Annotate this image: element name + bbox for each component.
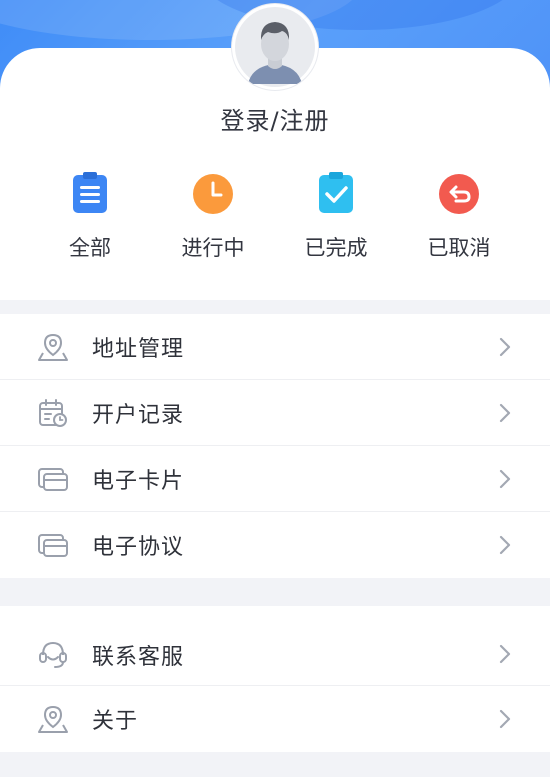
order-status-bar: 全部 进行中 已完成 已取消 <box>0 170 550 270</box>
calendar-clock-icon <box>37 397 69 429</box>
menu-group-services: 地址管理 开户记录 电子卡片 电子协议 <box>0 314 550 578</box>
menu-label: 关于 <box>92 709 139 734</box>
menu-item-about[interactable]: 关于 <box>0 686 550 752</box>
order-all-button[interactable]: 全部 <box>30 170 150 262</box>
avatar-person-icon <box>235 7 315 87</box>
order-in-progress-button[interactable]: 进行中 <box>153 170 273 262</box>
card-icon <box>37 529 69 561</box>
chevron-right-icon <box>498 708 512 730</box>
menu-item-account-records[interactable]: 开户记录 <box>0 380 550 446</box>
menu-label: 地址管理 <box>92 337 185 362</box>
menu-label: 电子卡片 <box>92 469 185 494</box>
menu-label: 电子协议 <box>92 535 185 560</box>
chevron-right-icon <box>498 336 512 358</box>
headset-icon <box>37 638 69 670</box>
chevron-right-icon <box>498 643 512 665</box>
card-icon <box>37 463 69 495</box>
avatar[interactable] <box>232 4 318 90</box>
order-cancelled-button[interactable]: 已取消 <box>399 170 519 262</box>
order-cancelled-label: 已取消 <box>427 236 491 260</box>
chevron-right-icon <box>498 534 512 556</box>
menu-item-e-agreement[interactable]: 电子协议 <box>0 512 550 578</box>
login-register-link[interactable]: 登录/注册 <box>0 101 550 136</box>
order-in-progress-label: 进行中 <box>181 236 245 260</box>
order-completed-button[interactable]: 已完成 <box>276 170 396 262</box>
menu-item-address[interactable]: 地址管理 <box>0 314 550 380</box>
section-divider <box>0 300 550 314</box>
chevron-right-icon <box>498 402 512 424</box>
location-pin-icon <box>37 331 69 363</box>
menu-label: 联系客服 <box>92 645 185 670</box>
menu-group-support: 联系客服 关于 <box>0 606 550 752</box>
menu-item-customer-service[interactable]: 联系客服 <box>0 606 550 686</box>
clipboard-list-icon <box>67 170 113 216</box>
chevron-right-icon <box>498 468 512 490</box>
order-completed-label: 已完成 <box>304 236 368 260</box>
location-pin-icon <box>37 703 69 735</box>
menu-label: 开户记录 <box>92 403 185 428</box>
menu-item-e-card[interactable]: 电子卡片 <box>0 446 550 512</box>
undo-icon <box>436 170 482 216</box>
order-all-label: 全部 <box>69 236 111 260</box>
clock-icon <box>190 170 236 216</box>
clipboard-check-icon <box>313 170 359 216</box>
